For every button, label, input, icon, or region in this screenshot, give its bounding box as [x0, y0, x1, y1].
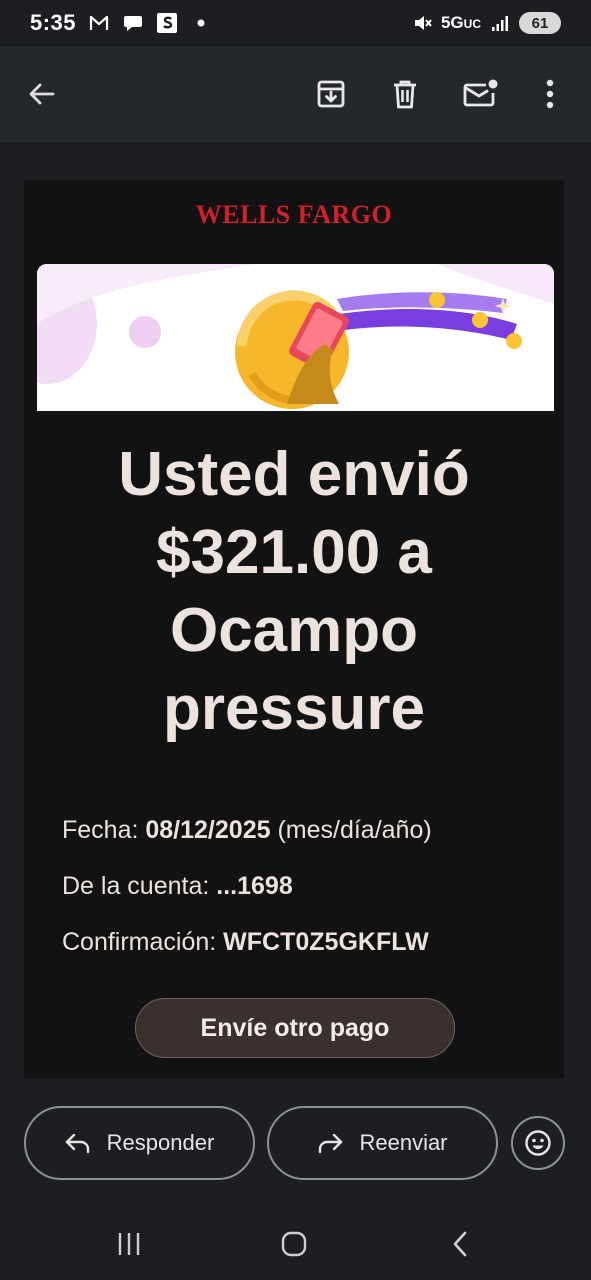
date-value: 08/12/2025 [145, 816, 271, 844]
date-row: Fecha: 08/12/2025 (mes/día/año) [62, 816, 432, 845]
confirmation-value: WFCT0Z5GKFLW [223, 928, 429, 956]
more-options-button[interactable] [526, 70, 574, 118]
status-time: 5:35 [30, 10, 77, 35]
mute-icon [411, 12, 433, 34]
forward-label: Reenviar [359, 1130, 448, 1155]
back-button[interactable] [18, 70, 66, 118]
confirmation-label: Confirmación: [62, 928, 224, 956]
reply-label: Responder [106, 1130, 215, 1155]
email-screen: 5:35 5GUC 61 WELLS FARGO Usted envió $32… [0, 0, 591, 1280]
account-label: De la cuenta: [62, 872, 217, 900]
gmail-icon [88, 12, 110, 34]
recents-icon [118, 1233, 140, 1255]
account-value: ...1698 [216, 872, 293, 900]
email-toolbar [0, 46, 591, 142]
system-nav-bar [0, 1210, 591, 1280]
archive-button[interactable] [307, 70, 355, 118]
delete-icon [394, 80, 416, 109]
mark-unread-icon [463, 79, 498, 107]
forward-button[interactable]: Reenviar [267, 1106, 498, 1180]
delete-button[interactable] [381, 70, 429, 118]
home-button[interactable] [272, 1226, 316, 1262]
battery-indicator: 61 [519, 12, 561, 34]
brand-logo: WELLS FARGO [195, 200, 393, 229]
battery-level: 61 [531, 14, 549, 32]
nav-back-icon [453, 1231, 467, 1257]
back-arrow-icon [29, 83, 55, 105]
status-bar: 5:35 5GUC 61 [0, 0, 591, 46]
signal-icon [489, 12, 511, 34]
archive-icon [317, 80, 345, 108]
reply-button[interactable]: Responder [24, 1106, 255, 1180]
send-another-payment-button[interactable]: Envíe otro pago [135, 998, 455, 1058]
hero-banner [37, 264, 554, 411]
network-label: 5GUC [440, 13, 481, 32]
recents-button[interactable] [107, 1226, 151, 1262]
mark-unread-button[interactable] [456, 70, 504, 118]
payment-illustration [37, 264, 554, 411]
s-app-icon [156, 12, 178, 34]
email-body: WELLS FARGO Usted envió $321.00 a Ocampo… [24, 180, 564, 1078]
home-icon [281, 1231, 307, 1257]
account-row: De la cuenta: ...1698 [62, 872, 293, 901]
date-label: Fecha: [62, 816, 146, 844]
notification-dot-icon [190, 12, 212, 34]
emoji-reaction-button[interactable] [511, 1116, 565, 1170]
reply-icon [65, 1133, 89, 1154]
back-nav-button[interactable] [438, 1226, 482, 1262]
headline-line: Ocampo [169, 596, 419, 665]
chat-icon [122, 12, 144, 34]
headline-line: pressure [163, 674, 425, 743]
headline-line: $321.00 a [156, 518, 432, 587]
more-vert-icon [546, 79, 554, 109]
payment-headline: Usted envió $321.00 a Ocampo pressure [24, 436, 564, 748]
headline-line: Usted envió [118, 440, 470, 509]
confirmation-row: Confirmación: WFCT0Z5GKFLW [62, 928, 429, 957]
smiley-icon [525, 1130, 551, 1156]
forward-icon [319, 1133, 343, 1154]
date-format: (mes/día/año) [270, 816, 432, 844]
